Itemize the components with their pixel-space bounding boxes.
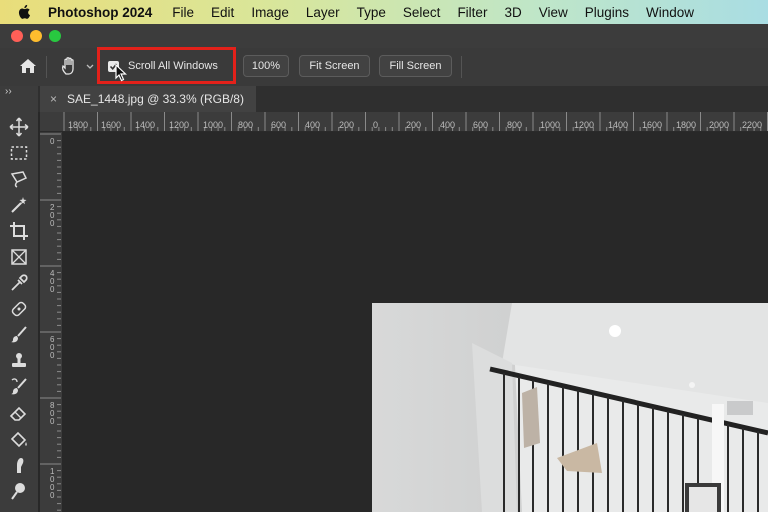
ruler-label: 1800	[676, 120, 697, 130]
document-tab-title: SAE_1448.jpg @ 33.3% (RGB/8)	[67, 92, 244, 106]
ruler-label: 1200	[574, 120, 595, 130]
frame-icon[interactable]	[9, 247, 29, 267]
apple-icon[interactable]	[16, 3, 34, 21]
ruler-label-vertical: 400	[50, 269, 55, 294]
ruler-label: 1000	[203, 120, 224, 130]
ruler-label: 1600	[101, 120, 122, 130]
vertical-ruler-ticks	[40, 133, 61, 511]
smudge-icon[interactable]	[9, 455, 29, 475]
chevron-down-icon[interactable]	[86, 64, 94, 70]
ruler-label-vertical: 600	[50, 335, 55, 360]
ruler-label: 2200	[742, 120, 763, 130]
ruler-label-vertical: 0	[50, 137, 55, 146]
zoom-window-button[interactable]	[49, 30, 61, 42]
history-brush-icon[interactable]	[9, 377, 29, 397]
close-tab-icon[interactable]: ×	[50, 92, 57, 106]
ruler-label: 400	[305, 120, 321, 130]
ruler-label: 1000	[540, 120, 561, 130]
hand-tool-icon[interactable]	[60, 56, 80, 76]
ruler-label-vertical: 1000	[50, 467, 55, 500]
ruler-label: 0	[373, 120, 379, 130]
fit-screen-button[interactable]: Fit Screen	[299, 55, 370, 77]
expand-toolbar-icon[interactable]: ››	[5, 86, 12, 97]
menu-bar: Photoshop 2024 File Edit Image Layer Typ…	[0, 0, 768, 24]
home-icon[interactable]	[19, 58, 37, 74]
app-name-menu[interactable]: Photoshop 2024	[48, 5, 152, 20]
document-tab[interactable]: × SAE_1448.jpg @ 33.3% (RGB/8)	[40, 86, 256, 112]
lasso-icon[interactable]	[9, 169, 29, 189]
healing-brush-icon[interactable]	[9, 299, 29, 319]
menu-filter[interactable]: Filter	[457, 5, 487, 20]
zoom-100-button[interactable]: 100%	[243, 55, 289, 77]
vertical-ruler: 0 200 400 600 800 1000	[40, 132, 62, 512]
ruler-label: 800	[507, 120, 523, 130]
mouse-cursor-icon	[115, 64, 127, 82]
menu-window[interactable]: Window	[646, 5, 694, 20]
divider	[461, 56, 462, 78]
menu-view[interactable]: View	[539, 5, 568, 20]
fill-screen-button[interactable]: Fill Screen	[379, 55, 452, 77]
menu-edit[interactable]: Edit	[211, 5, 234, 20]
ruler-label: 2000	[709, 120, 730, 130]
menu-type[interactable]: Type	[357, 5, 386, 20]
ruler-label: 600	[473, 120, 489, 130]
ruler-label: 1200	[169, 120, 190, 130]
ruler-label-vertical: 800	[50, 401, 55, 426]
menu-select[interactable]: Select	[403, 5, 441, 20]
ruler-label: 1400	[135, 120, 156, 130]
ruler-label-vertical: 200	[50, 203, 55, 228]
window-titlebar	[0, 24, 768, 48]
clone-stamp-icon[interactable]	[9, 351, 29, 371]
dodge-icon[interactable]	[9, 481, 29, 501]
ruler-label: 200	[339, 120, 355, 130]
menu-image[interactable]: Image	[251, 5, 289, 20]
eraser-icon[interactable]	[9, 403, 29, 423]
brush-icon[interactable]	[9, 325, 29, 345]
magic-wand-icon[interactable]	[9, 195, 29, 215]
menu-3d[interactable]: 3D	[504, 5, 521, 20]
divider	[46, 56, 47, 78]
tools-panel	[0, 112, 38, 512]
minimize-window-button[interactable]	[30, 30, 42, 42]
ruler-label: 400	[440, 120, 456, 130]
close-window-button[interactable]	[11, 30, 23, 42]
ruler-label: 1400	[608, 120, 629, 130]
eyedropper-icon[interactable]	[9, 273, 29, 293]
crop-icon[interactable]	[9, 221, 29, 241]
menu-file[interactable]: File	[172, 5, 194, 20]
ruler-label: 1800	[68, 120, 89, 130]
ruler-label: 600	[271, 120, 287, 130]
ruler-label: 200	[406, 120, 422, 130]
move-icon[interactable]	[9, 117, 29, 137]
ruler-label: 1600	[642, 120, 663, 130]
document-image[interactable]	[372, 303, 768, 512]
menu-plugins[interactable]: Plugins	[585, 5, 629, 20]
paint-bucket-icon[interactable]	[9, 429, 29, 449]
ruler-label: 800	[238, 120, 254, 130]
toolbar-header: ››	[0, 86, 38, 112]
horizontal-ruler: 1800 1600 1400 1200 1000 800 600 400 200…	[40, 112, 768, 132]
menu-layer[interactable]: Layer	[306, 5, 340, 20]
marquee-icon[interactable]	[9, 143, 29, 163]
